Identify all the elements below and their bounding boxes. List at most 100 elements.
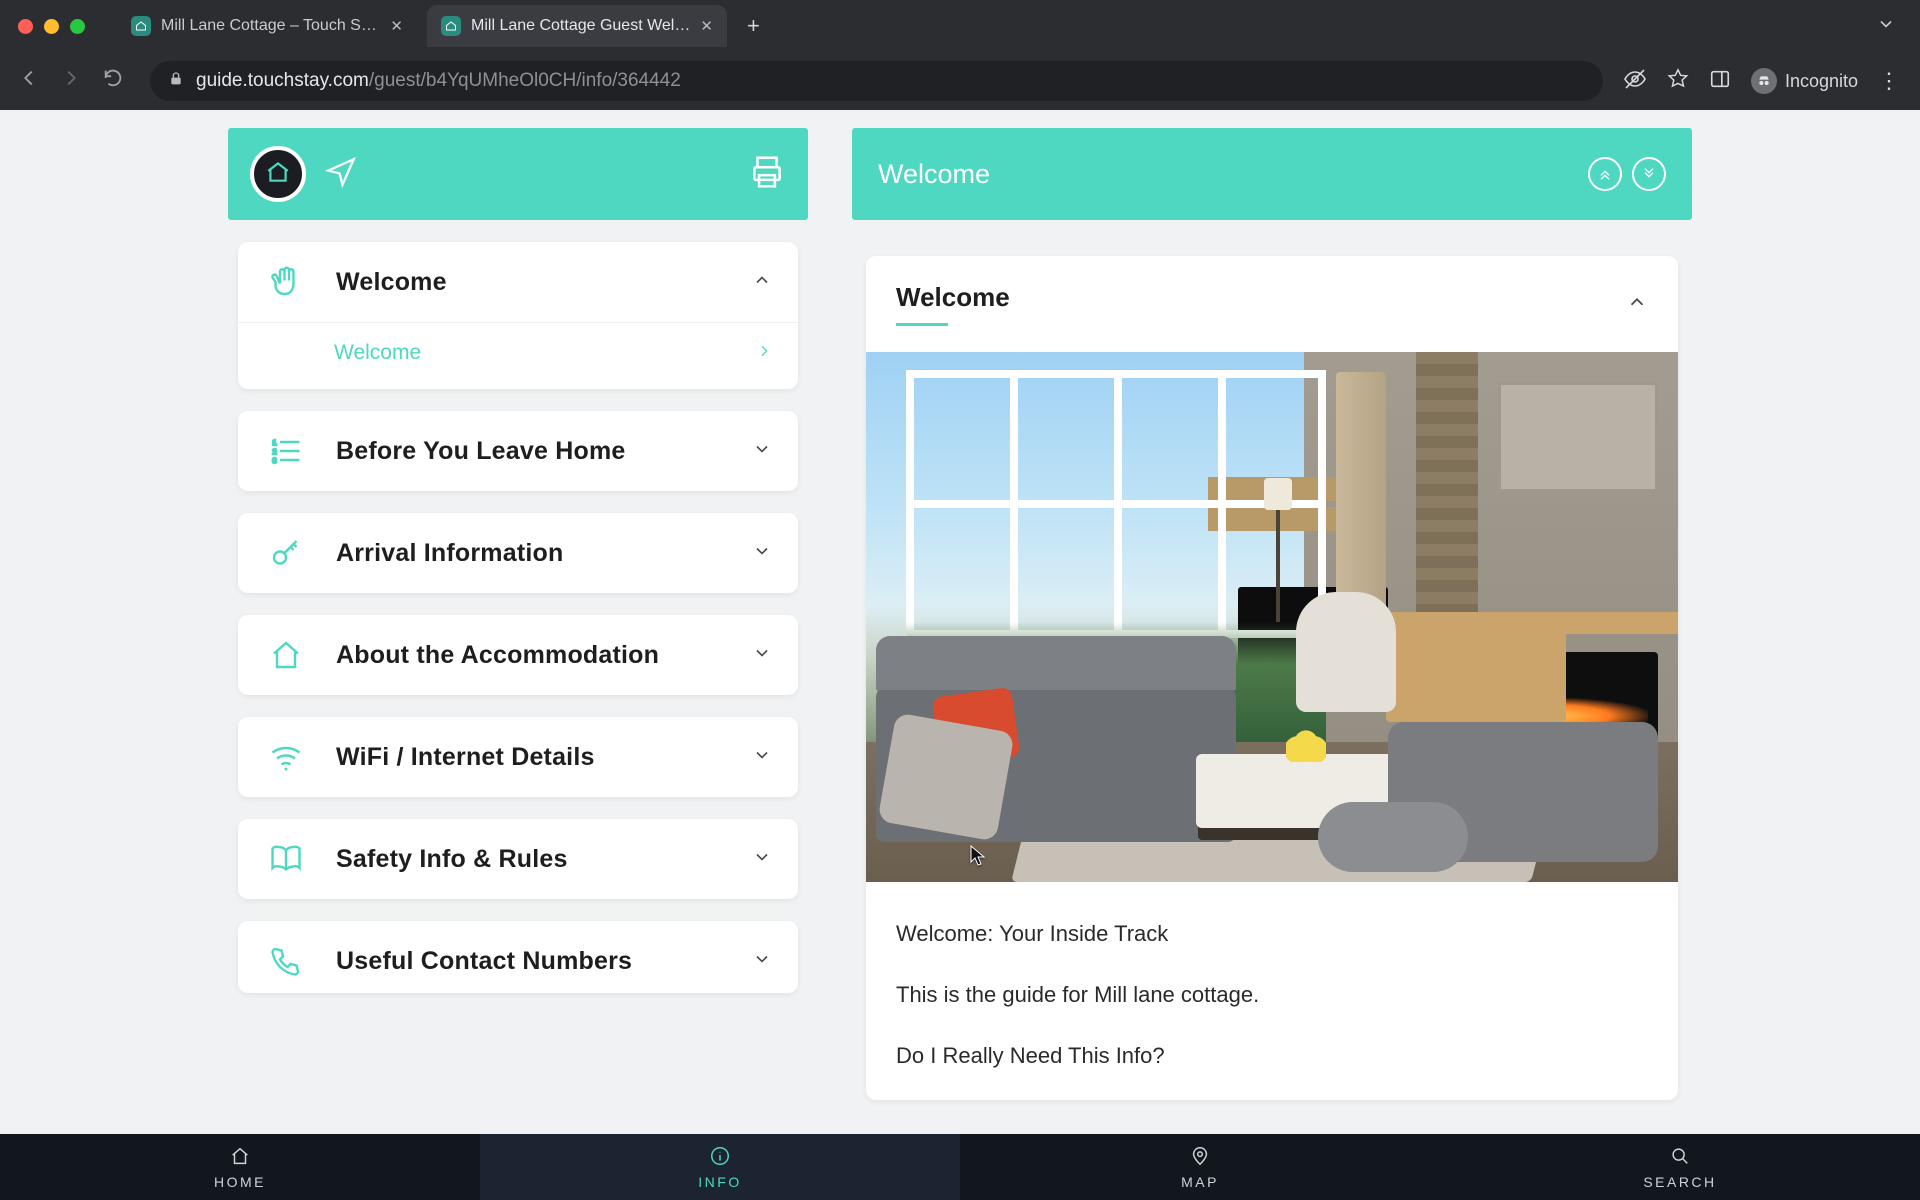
tab-favicon-icon (441, 16, 461, 36)
sidebar-column: Welcome Welcome 123 (228, 128, 808, 1134)
section-title: Welcome (896, 282, 1010, 326)
house-icon (265, 159, 291, 190)
bottom-nav-label: SEARCH (1643, 1174, 1716, 1190)
lock-icon (168, 71, 184, 92)
app-logo[interactable] (250, 146, 306, 202)
window-minimize-button[interactable] (44, 19, 59, 34)
content-header-bar: Welcome (852, 128, 1692, 220)
expand-collapse-controls (1588, 157, 1666, 191)
content-paragraph: This is the guide for Mill lane cottage. (896, 977, 1648, 1012)
sidebar-item-label: About the Accommodation (336, 641, 724, 670)
bottom-nav-home[interactable]: HOME (0, 1134, 480, 1200)
sidebar-list: Welcome Welcome 123 (228, 220, 808, 993)
content-paragraph: Welcome: Your Inside Track (896, 916, 1648, 951)
mouse-cursor-icon (970, 845, 986, 867)
expand-all-button[interactable] (1632, 157, 1666, 191)
sidebar-item-label: Arrival Information (336, 539, 724, 568)
content-column: Welcome Welcome (852, 128, 1692, 1134)
bottom-nav: HOME INFO MAP SEARCH (0, 1134, 1920, 1200)
search-icon (1669, 1145, 1691, 1170)
side-panel-icon[interactable] (1709, 68, 1731, 95)
sidebar-item-wifi[interactable]: WiFi / Internet Details (238, 717, 798, 797)
sidebar-item-safety[interactable]: Safety Info & Rules (238, 819, 798, 899)
browser-tab[interactable]: Mill Lane Cottage – Touch Stay ✕ (117, 5, 417, 47)
wifi-icon (264, 739, 308, 775)
sidebar-item-contacts[interactable]: Useful Contact Numbers (238, 921, 798, 993)
sidebar-header (228, 128, 808, 220)
bottom-nav-label: HOME (214, 1174, 266, 1190)
browser-chrome: Mill Lane Cottage – Touch Stay ✕ Mill La… (0, 0, 1920, 110)
sidebar-item-about[interactable]: About the Accommodation (238, 615, 798, 695)
new-tab-button[interactable]: + (747, 13, 760, 39)
window-controls (18, 19, 85, 34)
toolbar-right: Incognito ⋮ (1623, 67, 1902, 96)
tab-close-icon[interactable]: ✕ (390, 17, 403, 35)
sidebar-item-welcome: Welcome Welcome (238, 242, 798, 389)
sidebar-subitem-welcome[interactable]: Welcome (238, 322, 798, 389)
svg-text:1: 1 (273, 438, 277, 447)
bottom-nav-search[interactable]: SEARCH (1440, 1134, 1920, 1200)
window-zoom-button[interactable] (70, 19, 85, 34)
eye-off-icon[interactable] (1623, 67, 1647, 96)
tab-close-icon[interactable]: ✕ (700, 17, 713, 35)
content-body: Welcome: Your Inside Track This is the g… (866, 882, 1678, 1074)
share-icon[interactable] (324, 155, 358, 194)
tab-strip: Mill Lane Cottage – Touch Stay ✕ Mill La… (0, 0, 1920, 52)
incognito-icon (1751, 68, 1777, 94)
phone-icon (264, 943, 308, 979)
sidebar-item-header[interactable]: Welcome (238, 242, 798, 322)
page-body: Welcome Welcome 123 (0, 110, 1920, 1134)
chevron-down-icon (752, 439, 772, 464)
bottom-nav-map[interactable]: MAP (960, 1134, 1440, 1200)
incognito-indicator[interactable]: Incognito (1751, 68, 1858, 94)
content-header-title: Welcome (878, 159, 990, 190)
sidebar-item-label: Before You Leave Home (336, 437, 724, 466)
content-section-header[interactable]: Welcome (866, 256, 1678, 346)
house-icon (264, 637, 308, 673)
tab-favicon-icon (131, 16, 151, 36)
url-domain: guide.touchstay.com/guest/b4YqUMheOl0CH/… (196, 70, 681, 92)
sidebar-item-label: Safety Info & Rules (336, 845, 724, 874)
nav-back-button[interactable] (18, 67, 40, 95)
sidebar-item-arrival[interactable]: Arrival Information (238, 513, 798, 593)
collapse-all-button[interactable] (1588, 157, 1622, 191)
tabs-overflow-icon[interactable] (1876, 14, 1896, 39)
browser-menu-button[interactable]: ⋮ (1878, 68, 1902, 94)
address-bar[interactable]: guide.touchstay.com/guest/b4YqUMheOl0CH/… (150, 61, 1603, 101)
chevron-down-icon (752, 541, 772, 566)
bookmark-star-icon[interactable] (1667, 68, 1689, 95)
svg-text:3: 3 (273, 456, 277, 465)
tab-title: Mill Lane Cottage – Touch Stay (161, 17, 380, 35)
svg-text:2: 2 (273, 447, 277, 456)
chevron-up-icon (752, 270, 772, 295)
tab-title: Mill Lane Cottage Guest Welco (471, 17, 690, 35)
hand-icon (264, 264, 308, 300)
pin-icon (1189, 1145, 1211, 1170)
content-paragraph: Do I Really Need This Info? (896, 1038, 1648, 1073)
key-icon (264, 535, 308, 571)
bottom-nav-info[interactable]: INFO (480, 1134, 960, 1200)
chevron-down-icon (752, 745, 772, 770)
bottom-nav-label: INFO (698, 1174, 741, 1190)
sidebar-item-before-you-leave[interactable]: 123 Before You Leave Home (238, 411, 798, 491)
chevron-down-icon (752, 643, 772, 668)
chevron-up-icon (1626, 291, 1648, 318)
browser-tab-active[interactable]: Mill Lane Cottage Guest Welco ✕ (427, 5, 727, 47)
address-bar-row: guide.touchstay.com/guest/b4YqUMheOl0CH/… (0, 52, 1920, 110)
sidebar-item-label: Useful Contact Numbers (336, 947, 724, 976)
bottom-nav-label: MAP (1181, 1174, 1219, 1190)
sidebar-subitem-label: Welcome (334, 341, 421, 365)
book-icon (264, 841, 308, 877)
window-close-button[interactable] (18, 19, 33, 34)
sidebar-item-label: Welcome (336, 268, 724, 297)
sidebar-item-label: WiFi / Internet Details (336, 743, 724, 772)
incognito-label: Incognito (1785, 71, 1858, 92)
nav-forward-button[interactable] (60, 67, 82, 95)
checklist-icon: 123 (264, 433, 308, 469)
chevron-down-icon (752, 847, 772, 872)
nav-reload-button[interactable] (102, 67, 124, 95)
print-icon[interactable] (748, 153, 786, 196)
hero-image (866, 352, 1678, 882)
house-icon (229, 1145, 251, 1170)
content-card: Welcome (866, 256, 1678, 1100)
